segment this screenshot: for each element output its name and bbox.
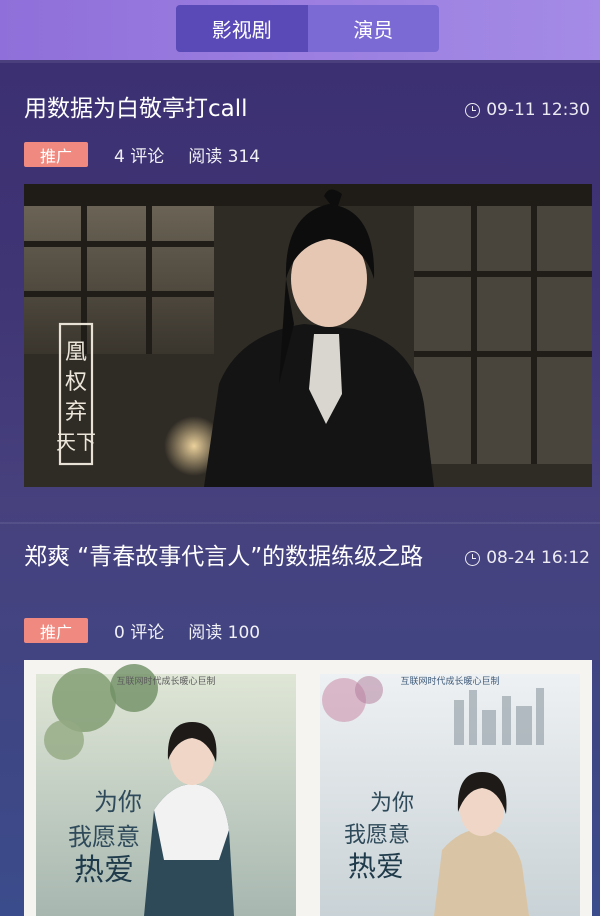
- poster-tagline: 互联网时代成长暖心巨制: [116, 675, 215, 687]
- clock-icon: [465, 550, 481, 566]
- poster-title: 为你: [370, 791, 414, 816]
- read-count: 阅读 100: [188, 623, 261, 643]
- poster-title: 我愿意: [68, 823, 140, 851]
- article-title[interactable]: 郑爽 “青春故事代言人”的数据练级之路: [24, 541, 434, 574]
- poster-title: 我愿意: [344, 823, 410, 848]
- article-cover-image[interactable]: 互联网时代成长暖心巨制 互联网时代成长暖心巨制 为你 我愿意 热爱 为你 我愿意…: [24, 660, 592, 916]
- comment-count[interactable]: 0 评论: [114, 618, 164, 643]
- promo-badge: 推广: [24, 618, 88, 643]
- article-card[interactable]: 郑爽 “青春故事代言人”的数据练级之路 08-24 16:12 推广 0 评论 …: [0, 0, 600, 916]
- poster-title: 热爱: [348, 850, 404, 883]
- article-time: 08-24 16:12: [465, 548, 590, 568]
- poster-tagline: 互联网时代成长暖心巨制: [400, 675, 499, 687]
- time-text: 08-24 16:12: [486, 548, 590, 568]
- poster-title: 为你: [94, 788, 142, 816]
- article-meta: 推广 0 评论 阅读 100: [24, 618, 284, 643]
- poster-title: 热爱: [74, 853, 134, 888]
- poster-collage: 互联网时代成长暖心巨制 互联网时代成长暖心巨制 为你 我愿意 热爱 为你 我愿意…: [24, 660, 592, 916]
